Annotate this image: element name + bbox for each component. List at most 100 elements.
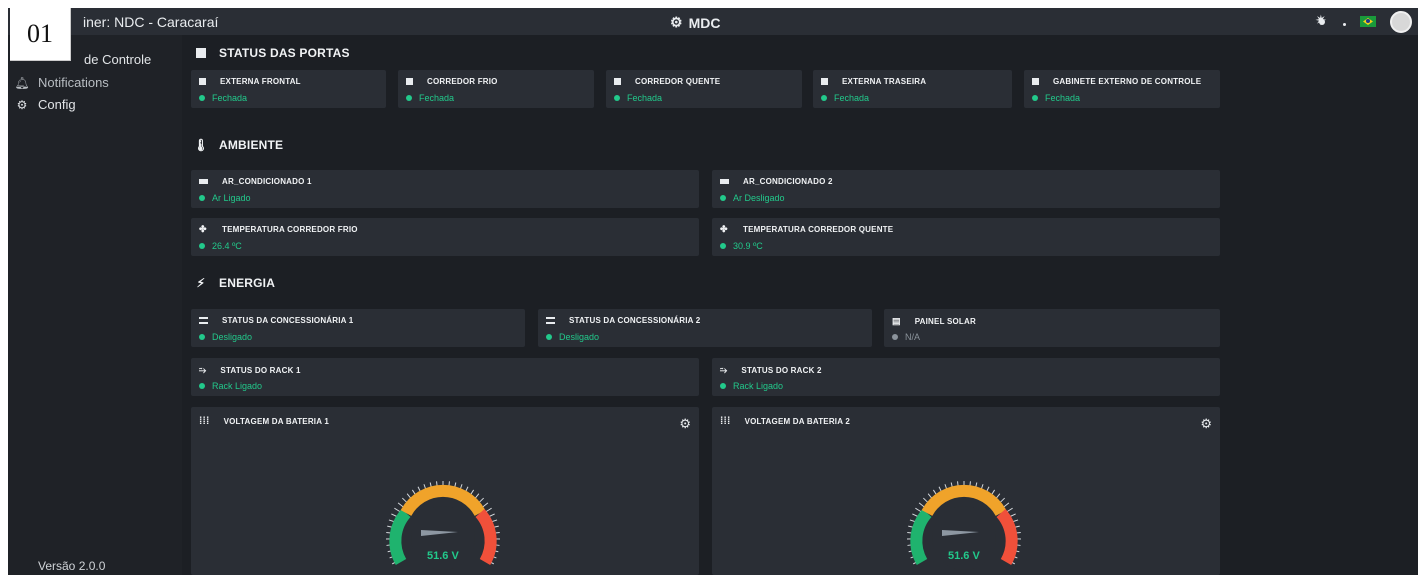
card-label: CORREDOR QUENTE [635,77,721,86]
card-label: TEMPERATURA CORREDOR FRIO [222,225,358,234]
status-dot [199,243,205,249]
card-status: Fechada [419,93,455,103]
document-frame-top [0,0,1418,8]
section-title-portas: STATUS DAS PORTAS [195,46,350,60]
card-label: STATUS DA CONCESSIONÁRIA 1 [222,316,354,325]
temp-card-frio: ✤ TEMPERATURA CORREDOR FRIO 26.4 ºC [191,218,699,256]
battery-card-2: ⁞⁞⁞ VOLTAGEM DA BATERIA 2 ⚙ 51.6 V [712,407,1220,575]
card-label: TEMPERATURA CORREDOR QUENTE [743,225,894,234]
sidebar-item-label: Config [38,97,76,112]
gear-icon: ⚙ [670,14,683,30]
door-icon [199,78,206,85]
card-label: AR_CONDICIONADO 1 [222,177,312,186]
status-dot [406,95,412,101]
door-icon [406,78,413,85]
card-status: Desligado [212,332,253,342]
sidebar-item-notifications[interactable]: 🔔︎ Notifications [14,75,109,90]
plug-icon: ⥲ [199,365,207,375]
sidebar: de Controle 🔔︎ Notifications ⚙ Config Ve… [8,35,182,575]
version-label: Versão 2.0.0 [38,559,106,573]
card-label: AR_CONDICIONADO 2 [743,177,833,186]
solar-panel-icon: ▤ [892,316,901,326]
user-avatar[interactable] [1390,10,1412,33]
ac-card-2: AR_CONDICIONADO 2 Ar Desligado [712,170,1220,208]
brazil-flag-icon[interactable] [1360,16,1376,27]
top-bar: iner: NDC - Caracaraí ⚙ MDC [8,8,1418,35]
card-label: STATUS DA CONCESSIONÁRIA 2 [569,316,701,325]
section-title-text: ENERGIA [219,276,276,290]
card-label: PAINEL SOLAR [914,317,976,326]
rack-card-2: ⥲ STATUS DO RACK 2 Rack Ligado [712,358,1220,396]
lightning-icon: ⚡︎ [196,276,206,290]
gauge-arc-high [475,509,497,566]
ac-card-1: AR_CONDICIONADO 1 Ar Ligado [191,170,699,208]
annotation-label: 01 [10,8,71,61]
sidebar-item-label: de Controle [84,52,152,67]
status-dot [199,334,205,340]
card-status: Rack Ligado [733,381,784,391]
status-dot [199,195,205,201]
card-status: 30.9 ºC [733,241,763,251]
gauge-tick [394,507,401,513]
card-status: Fechada [212,93,248,103]
gauge-tick [482,502,489,508]
plug-icon: ⥲ [720,365,728,375]
app-title: iner: NDC - Caracaraí [83,14,219,30]
theme-toggle-sun-icon[interactable] [1315,12,1329,29]
center-title: ⚙ MDC [670,14,720,31]
sidebar-item-label: Notifications [38,75,109,90]
gauge-tick [1006,507,1013,513]
status-dot [720,243,726,249]
card-status: Fechada [834,93,870,103]
card-status: Ar Ligado [212,193,251,203]
gauge-value: 51.6 V [948,550,980,562]
gauge-settings-gear-icon[interactable]: ⚙ [679,416,691,432]
card-label: STATUS DO RACK 1 [220,366,301,375]
status-dot [1032,95,1038,101]
power-line-icon [546,317,555,324]
status-dot [614,95,620,101]
sidebar-item-config[interactable]: ⚙ Config [16,97,76,112]
gauge-settings-gear-icon[interactable]: ⚙ [1200,416,1212,432]
status-dot [199,383,205,389]
center-title-text: MDC [688,14,721,31]
card-status: Desligado [559,332,600,342]
card-status: Fechada [627,93,663,103]
energy-card-concessionaria-1: STATUS DA CONCESSIONÁRIA 1 Desligado [191,309,525,347]
door-icon [1032,78,1039,85]
door-icon [821,78,828,85]
status-dot [546,334,552,340]
card-label: GABINETE EXTERNO DE CONTROLE [1053,77,1202,86]
door-card-externa-frontal: EXTERNA FRONTAL Fechada [191,70,386,108]
card-status: Fechada [1045,93,1081,103]
gauge-tick [918,502,925,508]
card-status: Rack Ligado [212,381,263,391]
gauge-value: 51.6 V [427,550,459,562]
card-status: N/A [905,332,921,342]
door-icon [195,47,207,59]
gauge-arc-low [389,509,411,566]
air-conditioner-icon [199,179,208,184]
card-label: EXTERNA TRASEIRA [842,77,927,86]
door-card-corredor-frio: CORREDOR FRIO Fechada [398,70,594,108]
grid-icon: ⁞⁞⁞ [199,416,210,427]
door-icon [614,78,621,85]
bell-icon: 🔔︎ [14,75,30,90]
grid-icon: ⁞⁞⁞ [720,416,731,427]
gauge-tick [915,507,922,513]
section-title-ambiente: 🌡︎ AMBIENTE [193,138,284,152]
card-status: 26.4 ºC [212,241,242,251]
gauge-tick [1003,502,1010,508]
document-frame-left [0,0,8,575]
status-dot [892,334,898,340]
door-card-corredor-quente: CORREDOR QUENTE Fechada [606,70,802,108]
door-card-externa-traseira: EXTERNA TRASEIRA Fechada [813,70,1012,108]
card-status: Ar Desligado [733,193,785,203]
battery-card-1: ⁞⁞⁞ VOLTAGEM DA BATERIA 1 ⚙ 51.6 V [191,407,699,575]
section-title-text: AMBIENTE [219,138,284,152]
power-line-icon [199,317,208,324]
gauge-arc-low [910,509,932,566]
rack-card-1: ⥲ STATUS DO RACK 1 Rack Ligado [191,358,699,396]
top-right-controls [1315,8,1418,35]
air-conditioner-icon [720,179,729,184]
